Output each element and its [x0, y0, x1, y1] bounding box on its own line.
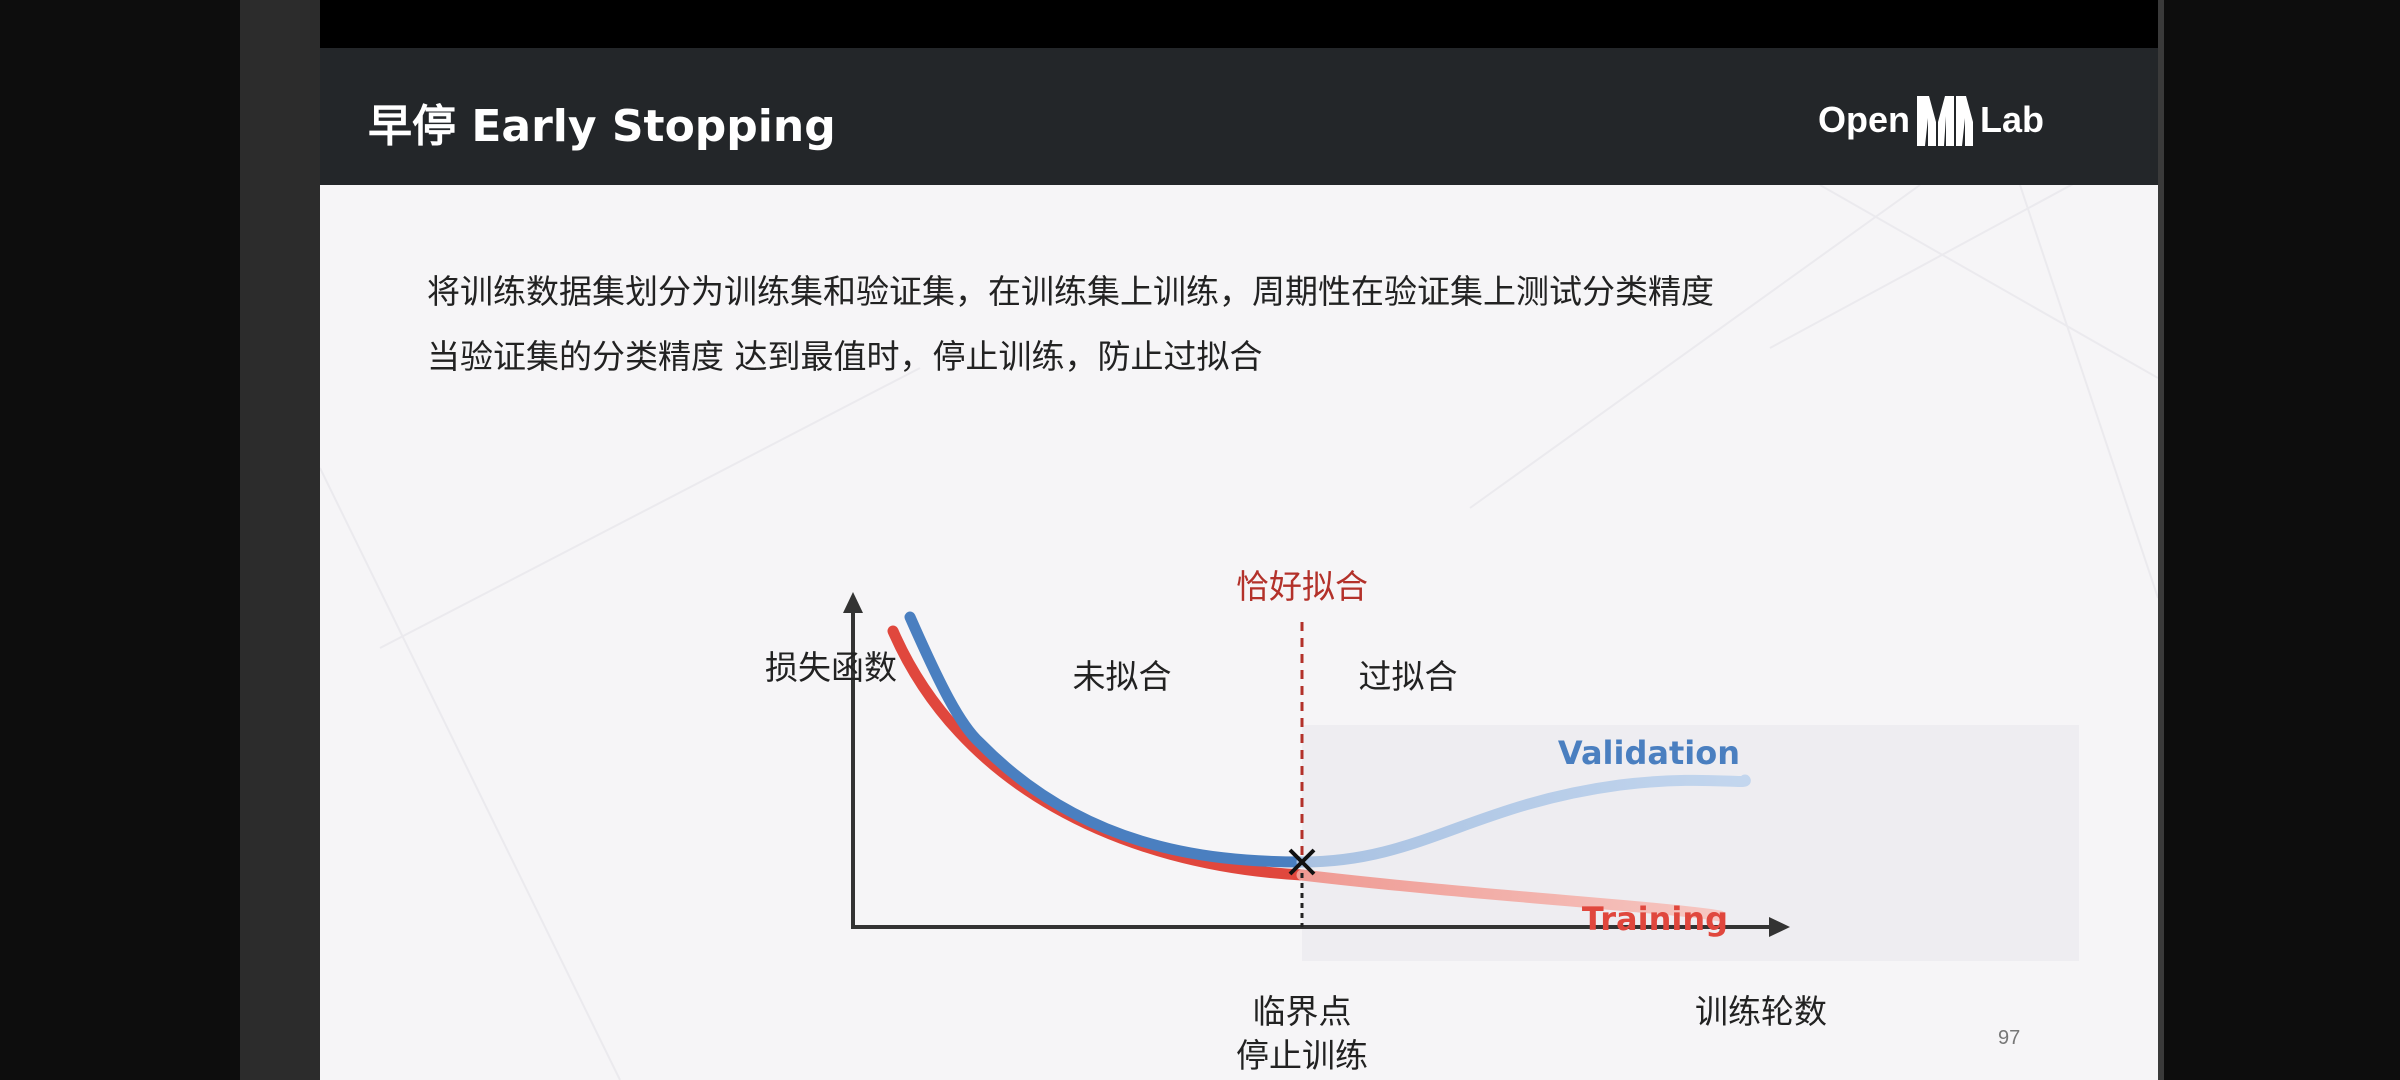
validation-series-label: Validation: [1558, 734, 1740, 772]
slide-title: 早停 Early Stopping: [368, 101, 836, 152]
right-gutter: [2160, 0, 2400, 1080]
training-series-label: Training: [1582, 900, 1728, 938]
mm-logo-icon: [1917, 96, 1974, 146]
underfit-label: 未拟合: [1073, 657, 1172, 696]
stop-training-label: 停止训练: [1236, 1036, 1368, 1075]
logo-text-open: Open: [1818, 99, 1911, 140]
sweet-spot-label: 恰好拟合: [1236, 567, 1368, 606]
logo-text-lab: Lab: [1980, 99, 2045, 140]
right-divider: [2158, 0, 2164, 1080]
y-axis-arrowhead: [843, 592, 863, 613]
openmmlab-logo: Open Lab: [1818, 92, 2044, 148]
page-number: 97: [1998, 1027, 2021, 1049]
y-axis-label: 损失函数: [765, 648, 897, 687]
x-axis-label: 训练轮数: [1695, 992, 1827, 1031]
left-panel-strip: [240, 0, 320, 1080]
left-gutter: [0, 0, 240, 1080]
overfit-label: 过拟合: [1359, 657, 1458, 696]
slide-top-bar: [320, 0, 2158, 48]
presentation-slide: 早停 Early Stopping Open Lab 将训练数据集划分为训练集和…: [320, 48, 2158, 1080]
critical-point-label: 临界点: [1253, 992, 1352, 1031]
early-stopping-chart: 恰好拟合 损失函数 未拟合 过拟合 Validation Training 临界…: [765, 567, 2079, 1075]
slide-header: 早停 Early Stopping Open Lab: [320, 48, 2158, 185]
slide-body: 将训练数据集划分为训练集和验证集，在训练集上训练，周期性在验证集上测试分类精度 …: [320, 185, 2158, 1080]
